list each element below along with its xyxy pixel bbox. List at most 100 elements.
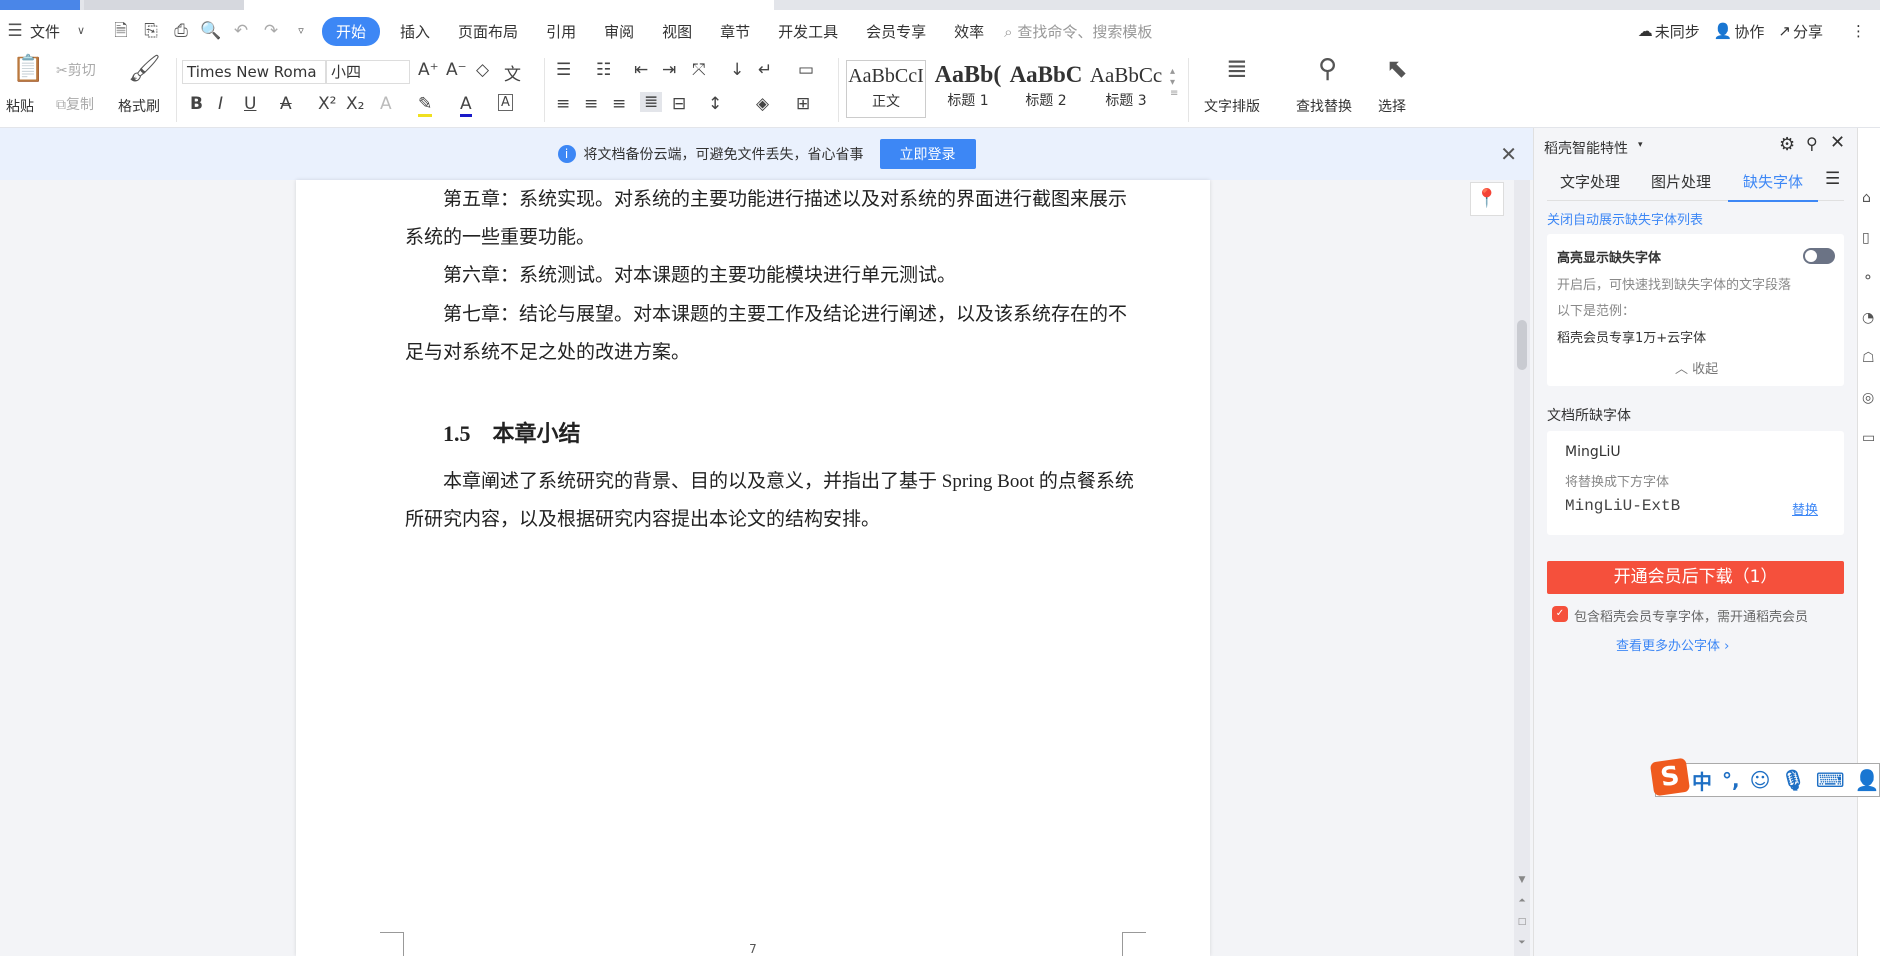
align-center-icon[interactable]: ≡ — [584, 94, 598, 114]
bold-icon[interactable]: B — [190, 94, 203, 114]
italic-icon[interactable]: I — [218, 94, 223, 114]
tab-developer[interactable]: 开发工具 — [764, 21, 852, 42]
format-painter-icon[interactable]: 🖌 — [128, 54, 161, 84]
clear-format-icon[interactable]: ◇ — [476, 60, 489, 80]
line-spacing-icon[interactable]: ↕ — [708, 94, 722, 114]
tab-page-layout[interactable]: 页面布局 — [444, 21, 532, 42]
hamburger-icon[interactable]: ☰ — [4, 20, 26, 42]
user-icon[interactable]: 👤 — [1855, 768, 1880, 792]
command-search[interactable]: ⌕ 查找命令、搜索模板 — [1004, 21, 1152, 42]
distributed-icon[interactable]: ⊟ — [672, 94, 686, 114]
tab-image-processing[interactable]: 图片处理 — [1651, 171, 1711, 192]
page-nav-controls[interactable]: ▼ ⏶ □ ⏷ — [1516, 870, 1528, 954]
borders-icon[interactable]: ⊞ — [796, 94, 810, 114]
shading-icon[interactable]: ◈ — [756, 94, 769, 114]
ime-mode[interactable]: 中 — [1692, 766, 1712, 795]
download-with-membership-button[interactable]: 开通会员后下载（1） — [1547, 561, 1844, 594]
location-pin-icon[interactable]: 📍 — [1470, 182, 1504, 216]
text-effect-icon[interactable]: A — [380, 94, 392, 114]
justify-icon[interactable]: ≣ — [640, 92, 663, 112]
sidebar-tool-icons[interactable]: ⌂ ▯ ⚬ ◔ ☖ ◎ ▭ — [1862, 178, 1875, 458]
collapse-button[interactable]: ︿ 收起 — [1675, 358, 1718, 377]
pinyin-icon[interactable]: 文 — [504, 60, 521, 85]
close-auto-show-link[interactable]: 关闭自动展示缺失字体列表 — [1547, 209, 1703, 228]
tab[interactable] — [0, 0, 80, 10]
numbering-icon[interactable]: ☷ — [596, 60, 611, 80]
ruler-icon[interactable]: ▭ — [798, 60, 814, 80]
align-right-icon[interactable]: ≡ — [612, 94, 626, 114]
scrollbar-thumb[interactable] — [1517, 320, 1527, 370]
subscript-icon[interactable]: X₂ — [346, 94, 364, 114]
grow-font-icon[interactable]: A⁺ — [418, 60, 439, 80]
text-direction-icon[interactable]: ⤧ — [692, 60, 706, 80]
caret-down-icon[interactable]: ▾ — [1638, 140, 1643, 150]
char-shading-icon[interactable]: A — [498, 94, 513, 111]
style-heading-1[interactable]: AaBb(标题 1 — [928, 60, 1008, 118]
tab-text-processing[interactable]: 文字处理 — [1560, 171, 1620, 192]
style-heading-2[interactable]: AaBbC 标题 2 — [1006, 60, 1086, 118]
paste-button[interactable]: 粘贴 — [6, 96, 34, 116]
increase-indent-icon[interactable]: ⇥ — [662, 60, 676, 80]
font-size-select[interactable]: 小四 — [326, 60, 410, 84]
tab-view[interactable]: 视图 — [648, 21, 706, 42]
copy-button[interactable]: ⧉复制 — [56, 94, 94, 114]
strikethrough-icon[interactable]: A — [280, 94, 292, 114]
paragraph-mark-icon[interactable]: ↵ — [758, 60, 772, 80]
export-pdf-icon[interactable]: ⎘ — [140, 20, 162, 42]
redo-icon[interactable]: ↷ — [260, 20, 282, 42]
panel-title[interactable]: 稻壳智能特性 — [1544, 138, 1628, 158]
pin-icon[interactable]: ⚲ — [1806, 134, 1818, 153]
paste-icon[interactable]: 📋 — [12, 54, 44, 84]
close-icon[interactable]: ✕ — [1500, 142, 1517, 166]
font-name-select[interactable]: Times New Roma — [182, 60, 326, 84]
tab-references[interactable]: 引用 — [532, 21, 590, 42]
file-menu[interactable]: 文件 — [30, 21, 60, 42]
collab-button[interactable]: 协作 — [1732, 21, 1778, 42]
save-icon[interactable]: 🗎 — [110, 20, 132, 42]
vertical-scrollbar[interactable]: ▼ ⏶ □ ⏷ — [1514, 180, 1530, 956]
gear-icon[interactable]: ⚙ — [1779, 134, 1795, 155]
tab-efficiency[interactable]: 效率 — [940, 21, 998, 42]
replace-link[interactable]: 替换 — [1792, 499, 1818, 518]
decrease-indent-icon[interactable]: ⇤ — [634, 60, 648, 80]
font-color-icon[interactable]: A — [460, 94, 472, 117]
bullets-icon[interactable]: ☰ — [556, 60, 571, 80]
sogou-ime-toolbar[interactable]: S 中 °, ☺ 🎙 ⌨ 👤 👕 — [1649, 757, 1880, 797]
tab-member[interactable]: 会员专享 — [852, 21, 940, 42]
cloud-sync-icon[interactable]: ☁ — [1638, 22, 1653, 40]
find-replace-button[interactable]: 查找替换 — [1296, 96, 1352, 116]
share-icon[interactable]: ↗ — [1778, 22, 1791, 40]
chevron-down-icon[interactable]: ∨ — [70, 20, 92, 42]
sync-status[interactable]: 未同步 — [1653, 21, 1714, 42]
style-normal[interactable]: AaBbCcI 正文 — [846, 60, 926, 118]
align-left-icon[interactable]: ≡ — [556, 94, 570, 114]
text-layout-button[interactable]: 文字排版 — [1204, 96, 1260, 116]
select-button[interactable]: 选择 — [1378, 96, 1406, 116]
highlight-icon[interactable]: ✎ — [418, 94, 433, 117]
tab-review[interactable]: 审阅 — [590, 21, 648, 42]
style-heading-3[interactable]: AaBbCc 标题 3 — [1086, 60, 1166, 118]
print-icon[interactable]: ⎙ — [170, 20, 192, 42]
menu-icon[interactable]: ☰ — [1825, 169, 1840, 189]
customize-dropdown-icon[interactable]: ▿ — [290, 20, 312, 42]
more-fonts-link[interactable]: 查看更多办公字体 › — [1616, 635, 1729, 654]
text-layout-icon[interactable]: ≣ — [1226, 54, 1248, 84]
tab-insert[interactable]: 插入 — [386, 21, 444, 42]
document-page[interactable]: 第五章：系统实现。对系统的主要功能进行描述以及对系统的界面进行截图来展示 系统的… — [296, 180, 1210, 956]
cursor-select-icon[interactable]: ⬉ — [1386, 54, 1408, 84]
undo-icon[interactable]: ↶ — [230, 20, 252, 42]
tab-active-document[interactable] — [244, 0, 774, 10]
microphone-icon[interactable]: 🎙 — [1780, 768, 1805, 792]
emoji-icon[interactable]: ☺ — [1750, 768, 1771, 792]
keyboard-icon[interactable]: ⌨ — [1816, 768, 1845, 792]
share-button[interactable]: 分享 — [1791, 21, 1837, 42]
sort-icon[interactable]: ↓ — [730, 60, 744, 80]
format-painter-button[interactable]: 格式刷 — [118, 96, 160, 116]
tab-section[interactable]: 章节 — [706, 21, 764, 42]
more-icon[interactable]: ⋮ — [1837, 22, 1880, 40]
ime-punct[interactable]: °, — [1722, 768, 1740, 792]
cut-button[interactable]: ✂剪切 — [56, 60, 96, 80]
underline-icon[interactable]: U — [244, 94, 256, 114]
styles-scroll-icon[interactable]: ▴ ▾ ≡ — [1170, 66, 1178, 99]
print-preview-icon[interactable]: 🔍 — [200, 20, 222, 42]
